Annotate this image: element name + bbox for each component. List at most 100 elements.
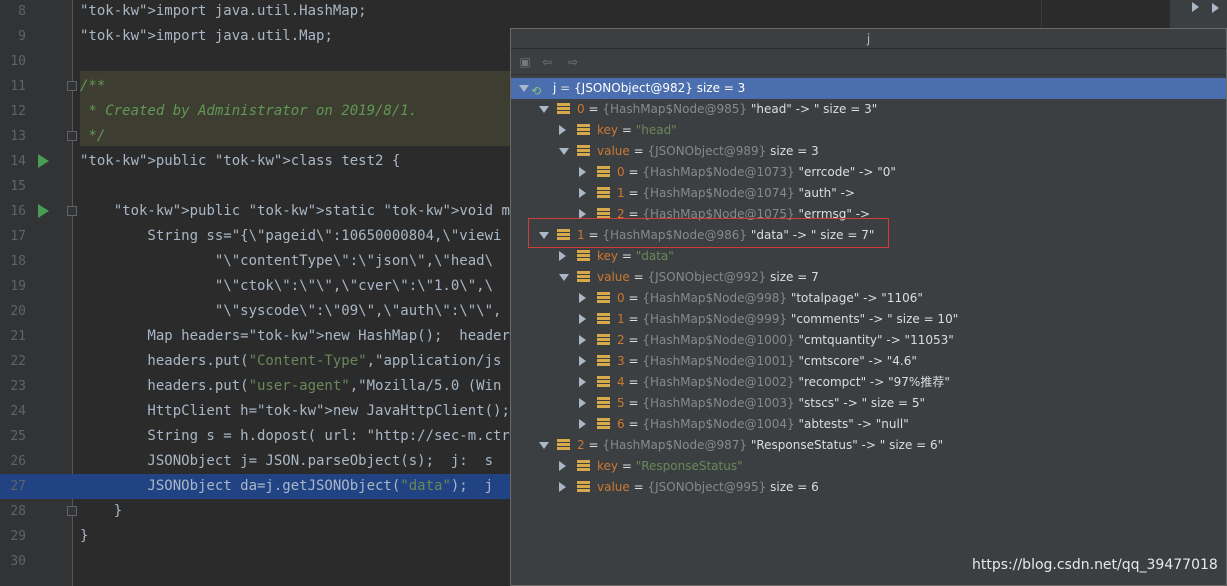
tree-node[interactable]: 3 = {HashMap$Node@1001} "cmtscore" -> "4… — [511, 351, 1226, 372]
code-line[interactable]: 8 "tok-kw">import java.util.HashMap; — [0, 0, 1227, 24]
line-number: 25 — [10, 429, 26, 444]
field-icon — [577, 145, 590, 157]
expand-arrow-icon[interactable] — [579, 356, 586, 366]
expand-arrow-icon[interactable] — [579, 419, 586, 429]
collapse-arrow-icon[interactable] — [539, 442, 549, 449]
tree-node[interactable]: 2 = {HashMap$Node@1000} "cmtquantity" ->… — [511, 330, 1226, 351]
node-ref: {HashMap$Node@987} — [602, 438, 748, 452]
node-ref: {HashMap$Node@1000} — [642, 333, 795, 347]
node-name: 0 — [617, 165, 625, 179]
expand-arrow-icon[interactable] — [559, 461, 566, 471]
tree-node[interactable]: value = {JSONObject@989} size = 3 — [511, 141, 1226, 162]
tree-node[interactable]: 4 = {HashMap$Node@1002} "recompct" -> "9… — [511, 372, 1226, 393]
code-text: HttpClient h="tok-kw">new JavaHttpClient… — [80, 403, 578, 419]
expand-arrow-icon[interactable] — [579, 335, 586, 345]
tree-node[interactable]: key = "data" — [511, 246, 1226, 267]
expand-arrow-icon[interactable] — [559, 125, 566, 135]
node-eq: = — [556, 81, 575, 95]
collapse-arrow-icon[interactable] — [559, 148, 569, 155]
pin-watch-icon[interactable]: ▣ — [517, 55, 533, 69]
node-string-value: "data" — [635, 249, 674, 263]
tree-node[interactable]: 0 = {HashMap$Node@985} "head" -> " size … — [511, 99, 1226, 120]
node-text: 0 = {HashMap$Node@985} "head" -> " size … — [577, 99, 877, 120]
tree-node[interactable]: 0 = {HashMap$Node@998} "totalpage" -> "1… — [511, 288, 1226, 309]
node-string-value: "ResponseStatus" — [635, 459, 743, 473]
expand-arrow-icon[interactable] — [579, 188, 586, 198]
expand-arrow-icon[interactable] — [559, 482, 566, 492]
node-name: key — [597, 123, 619, 137]
line-number: 20 — [10, 304, 26, 319]
expand-arrow-icon[interactable] — [579, 167, 586, 177]
line-number: 17 — [10, 229, 26, 244]
expand-arrow-icon[interactable] — [1192, 2, 1199, 12]
structure-panel-stub[interactable] — [1170, 0, 1227, 28]
code-text: "\"contentType\":\"json\",\"head\ — [80, 253, 494, 269]
code-text: "tok-kw">import java.util.HashMap; — [80, 3, 367, 19]
node-text: 3 = {HashMap$Node@1001} "cmtscore" -> "4… — [617, 351, 917, 372]
node-val: "stscs" -> " size = 5" — [794, 396, 926, 410]
tree-node[interactable]: 6 = {HashMap$Node@1004} "abtests" -> "nu… — [511, 414, 1226, 435]
node-text: key = "head" — [597, 120, 677, 141]
node-val: "cmtquantity" -> "11053" — [794, 333, 954, 347]
tree-node[interactable]: 1 = {HashMap$Node@999} "comments" -> " s… — [511, 309, 1226, 330]
node-ref: {JSONObject@995} — [647, 480, 767, 494]
node-val: "auth" -> — [794, 186, 855, 200]
variable-tree[interactable]: ⟲ j = {JSONObject@982} size = 30 = {HashM… — [511, 78, 1226, 578]
code-text: } — [80, 528, 89, 544]
node-val: "cmtscore" -> "4.6" — [794, 354, 917, 368]
expand-arrow-icon[interactable] — [579, 293, 586, 303]
tree-node[interactable]: 2 = {HashMap$Node@987} "ResponseStatus" … — [511, 435, 1226, 456]
forward-arrow-icon[interactable]: ⇨ — [565, 55, 581, 69]
node-name: value — [597, 144, 630, 158]
tree-node[interactable]: 5 = {HashMap$Node@1003} "stscs" -> " siz… — [511, 393, 1226, 414]
expand-arrow-icon[interactable] — [579, 377, 586, 387]
node-eq: = — [624, 417, 643, 431]
tree-node[interactable]: key = "head" — [511, 120, 1226, 141]
line-number: 10 — [10, 54, 26, 69]
node-val: size = 3 — [766, 144, 819, 158]
collapse-arrow-icon[interactable] — [539, 106, 549, 113]
node-eq: = — [618, 123, 636, 137]
field-icon — [577, 271, 590, 283]
back-arrow-icon[interactable]: ⇦ — [539, 55, 555, 69]
expand-arrow-icon[interactable] — [579, 398, 586, 408]
tree-node[interactable]: 0 = {HashMap$Node@1073} "errcode" -> "0" — [511, 162, 1226, 183]
collapse-arrow-icon[interactable] — [519, 85, 529, 92]
line-number: 23 — [10, 379, 26, 394]
expand-arrow-icon[interactable] — [1212, 3, 1219, 13]
popup-toolbar: ▣ ⇦ ⇨ — [511, 49, 1226, 75]
collapse-arrow-icon[interactable] — [559, 274, 569, 281]
expand-arrow-icon[interactable] — [559, 251, 566, 261]
code-text: String s = h.dopost( url: "http://sec-m.… — [80, 428, 510, 444]
node-name: 2 — [577, 438, 585, 452]
node-eq: = — [584, 102, 603, 116]
code-text: "tok-kw">import java.util.Map; — [80, 28, 333, 44]
node-eq: = — [584, 438, 603, 452]
node-val: size = 7 — [766, 270, 819, 284]
node-name: key — [597, 249, 619, 263]
node-eq: = — [618, 459, 636, 473]
line-number: 19 — [10, 279, 26, 294]
node-eq: = — [629, 480, 648, 494]
code-text: Map headers="tok-kw">new HashMap(); head… — [80, 328, 578, 344]
node-eq: = — [629, 270, 648, 284]
tree-node[interactable]: value = {JSONObject@995} size = 6 — [511, 477, 1226, 498]
field-icon — [597, 418, 610, 430]
debug-inspect-popup[interactable]: j ▣ ⇦ ⇨ ⟲ j = {JSONObject@982} size = 30 … — [510, 28, 1227, 586]
tree-node[interactable]: ⟲ j = {JSONObject@982} size = 3 — [511, 78, 1226, 99]
line-number: 28 — [10, 504, 26, 519]
node-val: "recompct" -> "97%推荐" — [794, 375, 950, 389]
tree-node[interactable]: 1 = {HashMap$Node@1074} "auth" -> — [511, 183, 1226, 204]
tree-node[interactable]: value = {JSONObject@992} size = 7 — [511, 267, 1226, 288]
node-name: 1 — [617, 186, 625, 200]
field-icon — [577, 124, 590, 136]
expand-arrow-icon[interactable] — [579, 314, 586, 324]
field-icon — [597, 376, 610, 388]
node-ref: {HashMap$Node@985} — [602, 102, 748, 116]
node-name: key — [597, 459, 619, 473]
code-text: headers.put("Content-Type","application/… — [80, 353, 502, 369]
watermark: https://blog.csdn.net/qq_39477018 — [972, 557, 1218, 573]
node-name: 3 — [617, 354, 625, 368]
tree-node[interactable]: key = "ResponseStatus" — [511, 456, 1226, 477]
code-text: String ss="{\"pageid\":10650000804,\"vie… — [80, 228, 502, 244]
